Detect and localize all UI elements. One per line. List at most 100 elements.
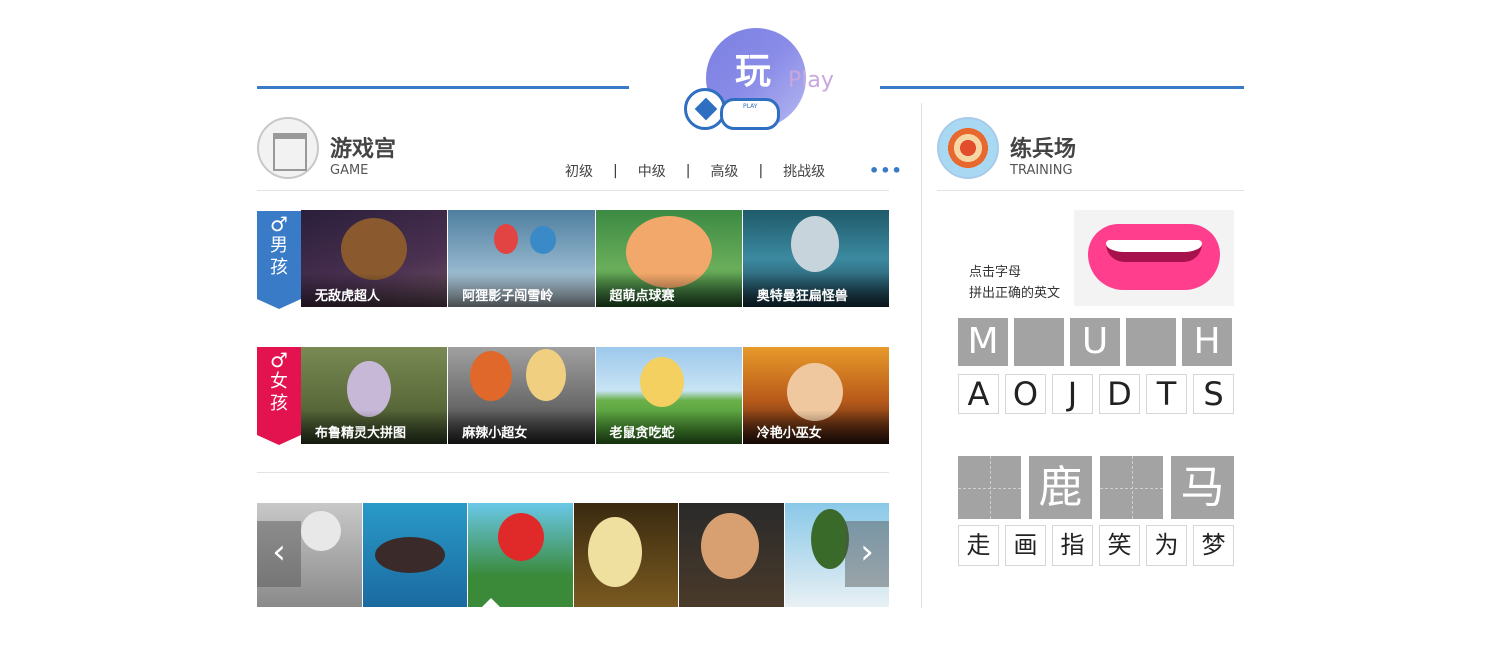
game-tile[interactable]: 无敌虎超人 (301, 210, 448, 307)
prompt-line-1: 点击字母 (969, 265, 1022, 280)
game-tile[interactable]: 冷艳小巫女 (742, 347, 889, 444)
carousel-active-indicator (482, 598, 500, 607)
boy-games-row: 无敌虎超人 阿狸影子闯雪岭 超萌点球赛 奥特曼狂扁怪兽 (301, 210, 889, 307)
hanzi-option[interactable]: 为 (1146, 525, 1187, 566)
game-title: 冷艳小巫女 (742, 410, 889, 444)
carousel-thumbnail (701, 513, 759, 579)
carousel-prev-button[interactable]: ‹ (257, 521, 301, 587)
palace-icon (257, 117, 319, 179)
letter-options-row: A O J D T S (958, 374, 1234, 414)
carousel-thumbnail (587, 517, 642, 587)
level-advanced[interactable]: 高级 (710, 161, 738, 181)
carousel-thumbnail (498, 513, 544, 561)
training-section-header: 练兵场 TRAINING (937, 117, 1244, 197)
game-tile[interactable]: 布鲁精灵大拼图 (301, 347, 448, 444)
hanzi-slot[interactable] (958, 456, 1021, 519)
game-title: 老鼠贪吃蛇 (595, 410, 742, 444)
boy-ribbon: ♂ 男 孩 (257, 211, 301, 309)
carousel-item[interactable] (362, 503, 467, 607)
letter-option[interactable]: J (1052, 374, 1093, 414)
hanzi-target-row: 鹿 马 (958, 456, 1234, 519)
game-thumbnail (790, 216, 839, 272)
game-title: 麻辣小超女 (448, 410, 595, 444)
level-challenge[interactable]: 挑战级 (783, 161, 825, 181)
carousel-item[interactable] (573, 503, 678, 607)
game-tile[interactable]: 阿狸影子闯雪岭 (448, 210, 595, 307)
game-carousel (257, 503, 889, 607)
game-title: 超萌点球赛 (595, 273, 742, 307)
girl-games-row: 布鲁精灵大拼图 麻辣小超女 老鼠贪吃蛇 冷艳小巫女 (301, 347, 889, 444)
game-tile[interactable]: 老鼠贪吃蛇 (595, 347, 742, 444)
column-divider (921, 103, 922, 608)
hanzi-slot: 马 (1171, 456, 1234, 519)
girl-ribbon: ♂ 女 孩 (257, 347, 301, 445)
game-section-header: 游戏宫 GAME (257, 117, 889, 197)
training-section-subtitle: TRAINING (1010, 163, 1073, 178)
hanzi-option[interactable]: 画 (1005, 525, 1046, 566)
letter-option[interactable]: D (1099, 374, 1140, 414)
level-separator: | (758, 163, 764, 179)
letter-slot: M (958, 318, 1008, 366)
hanzi-option[interactable]: 梦 (1193, 525, 1234, 566)
level-separator: | (613, 163, 618, 179)
carousel-thumbnail (810, 509, 849, 569)
game-thumbnail (470, 351, 513, 401)
header-line-left (257, 86, 629, 89)
hanzi-options-row: 走 画 指 笑 为 梦 (958, 525, 1234, 566)
male-icon: ♂ (270, 212, 288, 236)
spelling-prompt: 点击字母 拼出正确的英文 (969, 262, 1060, 304)
spelling-prompt-card: 点击字母 拼出正确的英文 (957, 210, 1234, 306)
level-separator: | (685, 163, 691, 179)
game-title: 阿狸影子闯雪岭 (448, 273, 595, 307)
game-section-subtitle: GAME (330, 163, 369, 178)
carousel-thumbnail (374, 537, 445, 573)
letter-slot: H (1182, 318, 1232, 366)
play-logo-en: Play (788, 68, 834, 93)
girl-label-1: 女 (270, 371, 288, 392)
game-header-divider (257, 190, 889, 191)
game-thumbnail (494, 224, 519, 254)
teeth-shape (1106, 240, 1202, 262)
game-tile[interactable]: 麻辣小超女 (448, 347, 595, 444)
boy-label-1: 男 (270, 235, 288, 256)
hanzi-option[interactable]: 指 (1052, 525, 1093, 566)
more-icon[interactable]: ••• (869, 161, 903, 180)
carousel-next-button[interactable]: › (845, 521, 889, 587)
game-title: 布鲁精灵大拼图 (301, 410, 448, 444)
hanzi-slot: 鹿 (1029, 456, 1092, 519)
training-section-title: 练兵场 (1010, 137, 1077, 162)
female-icon: ♂ (270, 348, 288, 372)
letter-option[interactable]: T (1146, 374, 1187, 414)
boy-label-2: 孩 (270, 257, 288, 278)
play-logo-cn: 玩 (735, 51, 772, 92)
letter-target-row: M U H (958, 318, 1232, 366)
letter-slot[interactable] (1014, 318, 1064, 366)
letter-option[interactable]: S (1193, 374, 1234, 414)
game-thumbnail (530, 226, 557, 254)
girl-label-2: 孩 (270, 393, 288, 414)
carousel-item[interactable] (679, 503, 784, 607)
level-intermediate[interactable]: 中级 (638, 161, 666, 181)
game-tile[interactable]: 超萌点球赛 (595, 210, 742, 307)
game-thumbnail (341, 218, 407, 280)
level-beginner[interactable]: 初级 (565, 161, 593, 181)
letter-option[interactable]: O (1005, 374, 1046, 414)
game-tile[interactable]: 奥特曼狂扁怪兽 (742, 210, 889, 307)
letter-slot: U (1070, 318, 1120, 366)
hanzi-option[interactable]: 走 (958, 525, 999, 566)
target-icon (937, 117, 999, 179)
game-thumbnail (347, 361, 391, 417)
letter-option[interactable]: A (958, 374, 999, 414)
carousel-thumbnail (301, 511, 341, 551)
carousel-item[interactable] (468, 503, 573, 607)
game-thumbnail (526, 349, 567, 401)
hanzi-slot[interactable] (1100, 456, 1163, 519)
letter-slot[interactable] (1126, 318, 1176, 366)
game-title: 无敌虎超人 (301, 273, 448, 307)
game-title: 奥特曼狂扁怪兽 (742, 273, 889, 307)
level-filter: 初级 | 中级 | 高级 | 挑战级 (565, 161, 825, 181)
hanzi-option[interactable]: 笑 (1099, 525, 1140, 566)
header-line-right (880, 86, 1244, 89)
game-thumbnail (639, 357, 684, 407)
game-section-title: 游戏宫 (330, 137, 397, 162)
